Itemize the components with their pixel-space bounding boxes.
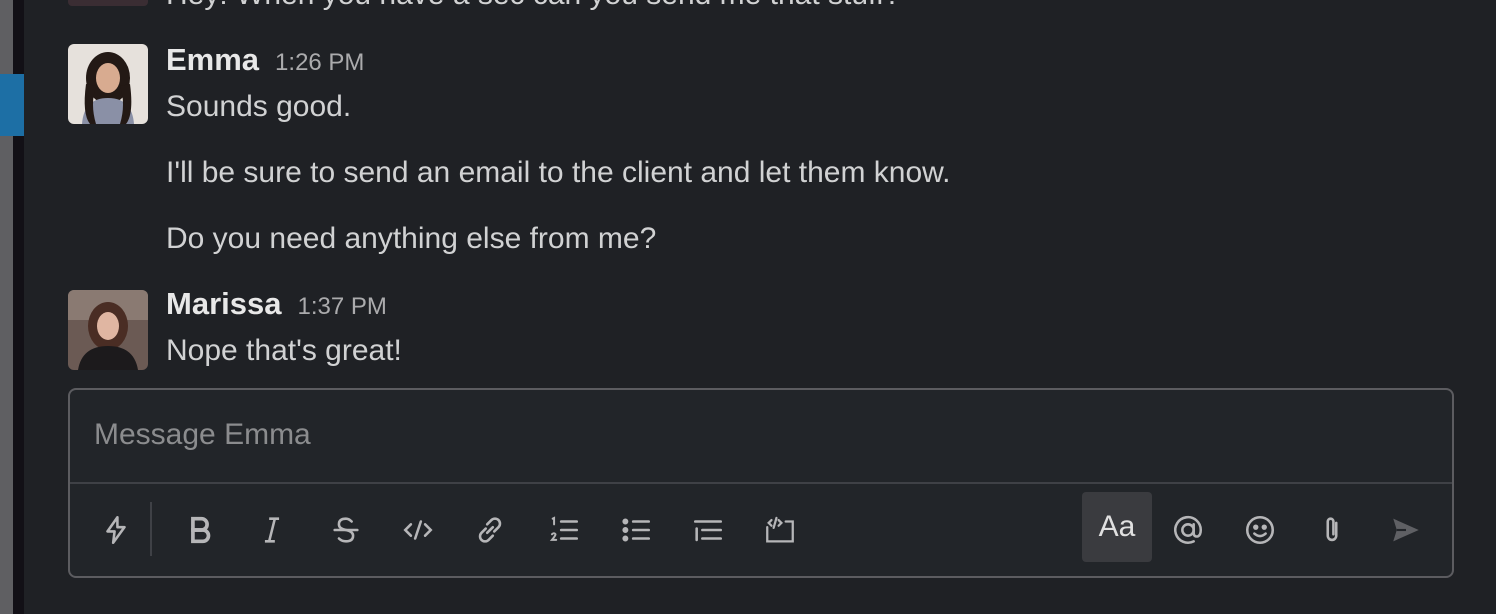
strikethrough-icon[interactable]	[316, 484, 376, 576]
link-icon[interactable]	[460, 484, 520, 576]
text-format-label: Aa	[1098, 510, 1136, 543]
bulleted-list-icon[interactable]	[606, 484, 666, 576]
active-channel-indicator	[0, 74, 24, 136]
message-pane: Hey! When you have a sec can you send me…	[24, 0, 1496, 614]
avatar-marissa-image	[68, 290, 148, 370]
workspace-sidebar-edge	[0, 0, 24, 614]
message-timestamp[interactable]: 1:37 PM	[297, 293, 386, 321]
message-input[interactable]: Message Emma	[70, 390, 1452, 484]
sender-name[interactable]: Emma	[166, 42, 259, 78]
message-timestamp[interactable]: 1:26 PM	[275, 49, 364, 77]
message-text: Nope that's great!	[166, 334, 402, 367]
message-composer: Message Emma Aa	[68, 388, 1454, 578]
italic-icon[interactable]	[242, 484, 302, 576]
text-format-button[interactable]: Aa	[1082, 492, 1152, 562]
message-text: Sounds good.	[166, 90, 352, 123]
message-text: Do you need anything else from me?	[166, 222, 657, 255]
mention-icon[interactable]	[1158, 484, 1218, 576]
toolbar-divider	[150, 502, 152, 556]
message-text: I'll be sure to send an email to the cli…	[166, 156, 951, 189]
code-icon[interactable]	[388, 484, 448, 576]
ordered-list-icon[interactable]	[534, 484, 594, 576]
avatar-emma-image	[68, 44, 148, 124]
code-block-icon[interactable]	[750, 484, 810, 576]
avatar-marissa[interactable]	[68, 290, 148, 370]
lightning-icon[interactable]	[86, 484, 146, 576]
emoji-icon[interactable]	[1230, 484, 1290, 576]
message-text: Hey! When you have a sec can you send me…	[166, 0, 901, 12]
sender-name[interactable]: Marissa	[166, 286, 281, 322]
blockquote-icon[interactable]	[678, 484, 738, 576]
attachment-icon[interactable]	[1302, 484, 1362, 576]
avatar-emma[interactable]	[68, 44, 148, 124]
send-icon[interactable]	[1376, 484, 1436, 576]
bold-icon[interactable]	[170, 484, 230, 576]
message-header-emma: Emma 1:26 PM	[166, 42, 364, 78]
formatting-toolbar: Aa	[70, 484, 1452, 576]
avatar[interactable]	[68, 0, 148, 6]
message-header-marissa: Marissa 1:37 PM	[166, 286, 387, 322]
message-input-placeholder: Message Emma	[94, 418, 311, 451]
